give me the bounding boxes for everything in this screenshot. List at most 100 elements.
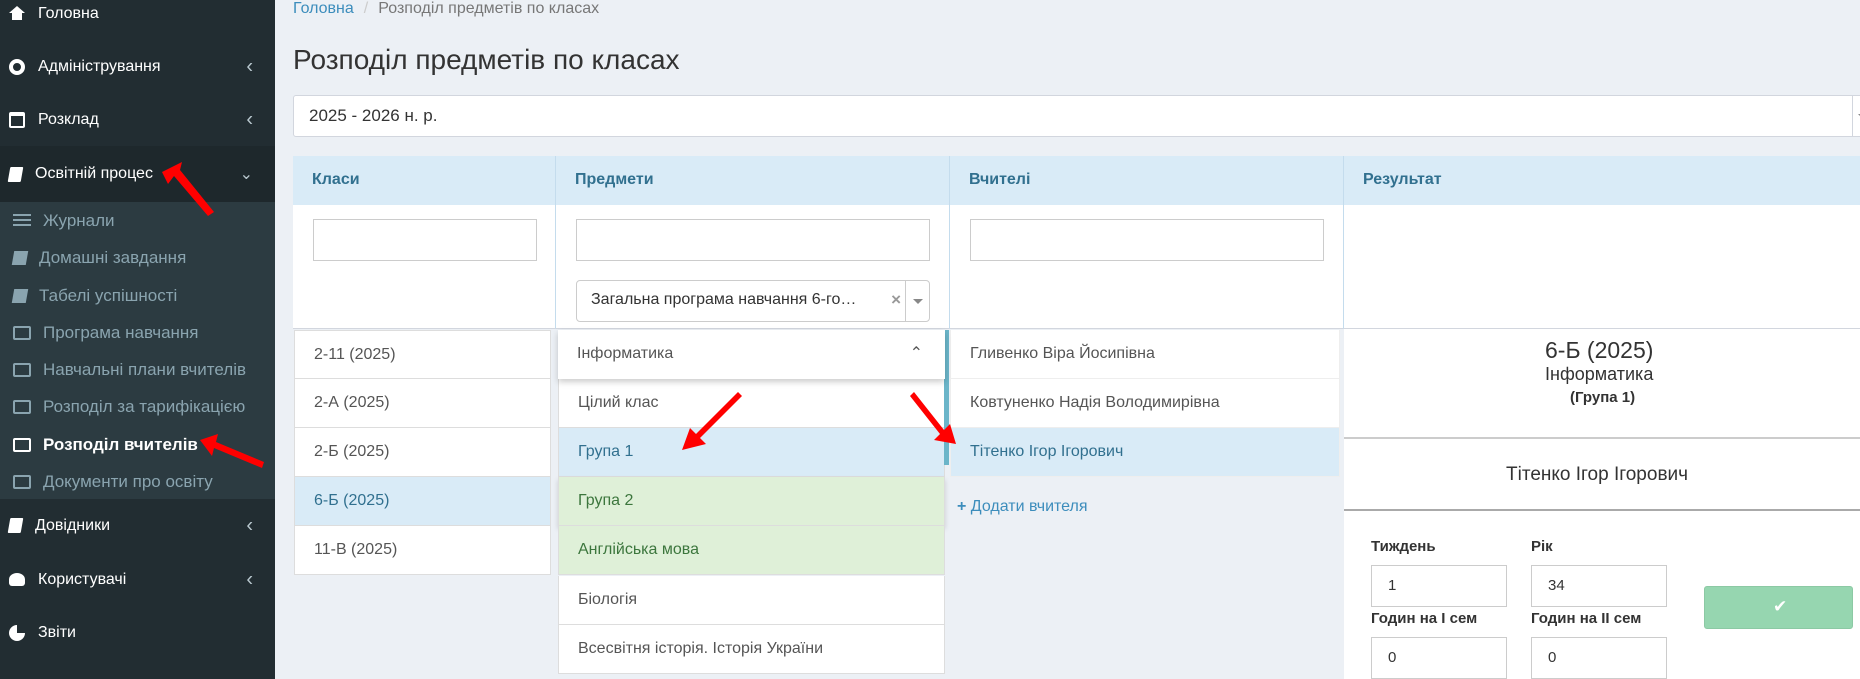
classes-search-input[interactable]	[313, 219, 537, 261]
sidebar-item-home[interactable]: Головна	[0, 0, 275, 40]
save-button[interactable]: ✔	[1704, 586, 1853, 629]
divider	[1344, 509, 1860, 511]
result-filter-area	[1344, 205, 1860, 329]
sidebar-item-administration[interactable]: Адміністрування ‹	[0, 40, 275, 93]
teachers-column-header: Вчителі	[950, 156, 1344, 205]
teachers-search-input[interactable]	[970, 219, 1324, 261]
sidebar-item-label: Розклад	[38, 110, 99, 128]
academic-year-value: 2025 - 2026 н. р.	[309, 106, 438, 125]
sidebar-subitem-homework[interactable]: Домашні завдання	[0, 239, 275, 276]
sidebar-item-users[interactable]: Користувачі ‹	[0, 553, 275, 606]
sidebar-subitem-label: Розподіл за тарифікацією	[43, 396, 246, 416]
list-icon	[13, 213, 31, 228]
chevron-left-icon: ‹	[246, 108, 253, 130]
subject-group-label: Інформатика	[577, 345, 674, 362]
sidebar-subitem-journals[interactable]: Журнали	[0, 202, 275, 239]
sidebar-item-label: Адміністрування	[38, 57, 161, 75]
sidebar-subitem-label: Табелі успішності	[39, 285, 178, 305]
sidebar-subitem-label: Журнали	[43, 210, 115, 230]
week-label: Тиждень	[1371, 538, 1436, 555]
annotation-arrow	[910, 392, 956, 444]
sidebar-item-label: Звіти	[38, 623, 76, 641]
dropdown-caret-icon[interactable]	[905, 281, 929, 321]
breadcrumb-home-link[interactable]: Головна	[293, 0, 354, 17]
sem2-hours-input[interactable]: 0	[1531, 637, 1667, 679]
subject-group-header[interactable]: Інформатика ⌃	[558, 330, 945, 379]
result-group: (Група 1)	[1570, 389, 1636, 406]
year-label: Рік	[1531, 538, 1553, 555]
subject-list-item[interactable]: Англійська мова	[558, 526, 945, 575]
sem2-hours-label: Годин на ІІ сем	[1531, 610, 1642, 627]
result-column-header: Результат	[1344, 156, 1860, 205]
week-hours-input[interactable]: 1	[1371, 565, 1507, 607]
sidebar-subitem-label: Розподіл вчителів	[43, 434, 198, 454]
id-card-icon	[13, 399, 31, 414]
add-teacher-label: Додати вчителя	[970, 498, 1088, 515]
program-select[interactable]: Загальна програма навчання 6-го… ×	[576, 280, 930, 322]
classes-column-header: Класи	[293, 156, 556, 205]
class-list-item[interactable]: 2-Б (2025)	[294, 428, 551, 477]
calendar-icon	[9, 111, 25, 128]
dropdown-caret-icon[interactable]	[1852, 96, 1860, 136]
subject-list-item[interactable]: Група 2	[558, 477, 945, 526]
gears-icon	[9, 58, 25, 75]
teacher-list-item[interactable]: Ковтуненко Надія Володимирівна	[950, 379, 1340, 428]
chevron-down-icon: ⌄	[239, 166, 253, 183]
class-list-item-active[interactable]: 6-Б (2025)	[294, 477, 551, 526]
chevron-up-icon: ⌃	[909, 345, 923, 362]
subject-list-item[interactable]: Цілий клас	[558, 379, 945, 428]
sidebar-subitem-tariff-distribution[interactable]: Розподіл за тарифікацією	[0, 388, 275, 425]
sidebar-item-label: Освітній процес	[35, 165, 153, 182]
sidebar-item-label: Користувачі	[38, 570, 127, 588]
teachers-filter-area	[950, 205, 1344, 329]
result-teacher: Тітенко Ігор Ігорович	[1506, 464, 1689, 485]
subject-list-item[interactable]: Всесвітня історія. Історія України	[558, 625, 945, 674]
program-select-value: Загальна програма навчання 6-го…	[591, 291, 857, 308]
book-icon	[11, 250, 29, 265]
check-icon: ✔	[1773, 597, 1788, 616]
sidebar-subitem-curriculum[interactable]: Програма навчання	[0, 314, 275, 351]
users-icon	[9, 573, 25, 586]
divider	[1344, 437, 1860, 439]
sidebar-subitem-label: Навчальні плани вчителів	[43, 359, 246, 379]
academic-year-select[interactable]: 2025 - 2026 н. р.	[293, 95, 1860, 137]
result-class: 6-Б (2025)	[1545, 337, 1654, 363]
sidebar-subitem-label: Домашні завдання	[39, 247, 187, 267]
year-hours-input[interactable]: 34	[1531, 565, 1667, 607]
teacher-list-item-active[interactable]: Тітенко Ігор Ігорович	[950, 428, 1340, 477]
sidebar-item-directories[interactable]: Довідники ‹	[0, 499, 275, 552]
sidebar-subitem-report-cards[interactable]: Табелі успішності	[0, 277, 275, 314]
sidebar-subitem-label: Документи про освіту	[43, 471, 213, 491]
plus-icon: +	[957, 498, 967, 515]
sidebar-item-label: Довідники	[35, 516, 111, 534]
sem1-hours-label: Годин на І сем	[1371, 610, 1478, 627]
clear-icon[interactable]: ×	[891, 290, 901, 310]
subject-list-item-active[interactable]: Група 1	[558, 428, 945, 477]
subjects-search-input[interactable]	[576, 219, 930, 261]
subject-list-item[interactable]: Біологія	[558, 576, 945, 625]
pie-chart-icon	[9, 624, 25, 641]
sidebar: Головна Адміністрування ‹ Розклад ‹ Осві…	[0, 0, 275, 679]
annotation-arrow	[162, 162, 214, 216]
list-alt-icon	[13, 325, 31, 340]
breadcrumb-separator: /	[363, 0, 369, 17]
sem1-hours-input[interactable]: 0	[1371, 637, 1507, 679]
breadcrumb: Головна / Розподіл предметів по класах	[293, 0, 599, 20]
class-list-item[interactable]: 2-11 (2025)	[294, 330, 551, 379]
sidebar-subitem-label: Програма навчання	[43, 322, 199, 342]
chevron-left-icon: ‹	[246, 514, 253, 536]
sidebar-item-education-process[interactable]: Освітній процес ⌄	[0, 146, 275, 202]
add-teacher-link[interactable]: + Додати вчителя	[957, 498, 1088, 516]
teacher-list-item[interactable]: Гливенко Віра Йосипівна	[950, 330, 1340, 379]
sidebar-subitem-teacher-plans[interactable]: Навчальні плани вчителів	[0, 351, 275, 388]
page-title: Розподіл предметів по класах	[293, 44, 680, 75]
sidebar-item-label: Головна	[38, 4, 99, 22]
class-list-item[interactable]: 2-А (2025)	[294, 379, 551, 428]
classes-filter-area	[293, 205, 556, 329]
result-subject: Інформатика	[1545, 364, 1654, 384]
sidebar-item-schedule[interactable]: Розклад ‹	[0, 93, 275, 146]
annotation-arrow	[200, 434, 264, 468]
class-list-item[interactable]: 11-В (2025)	[294, 526, 551, 575]
sidebar-item-reports[interactable]: Звіти	[0, 606, 275, 659]
chevron-left-icon: ‹	[246, 55, 253, 77]
